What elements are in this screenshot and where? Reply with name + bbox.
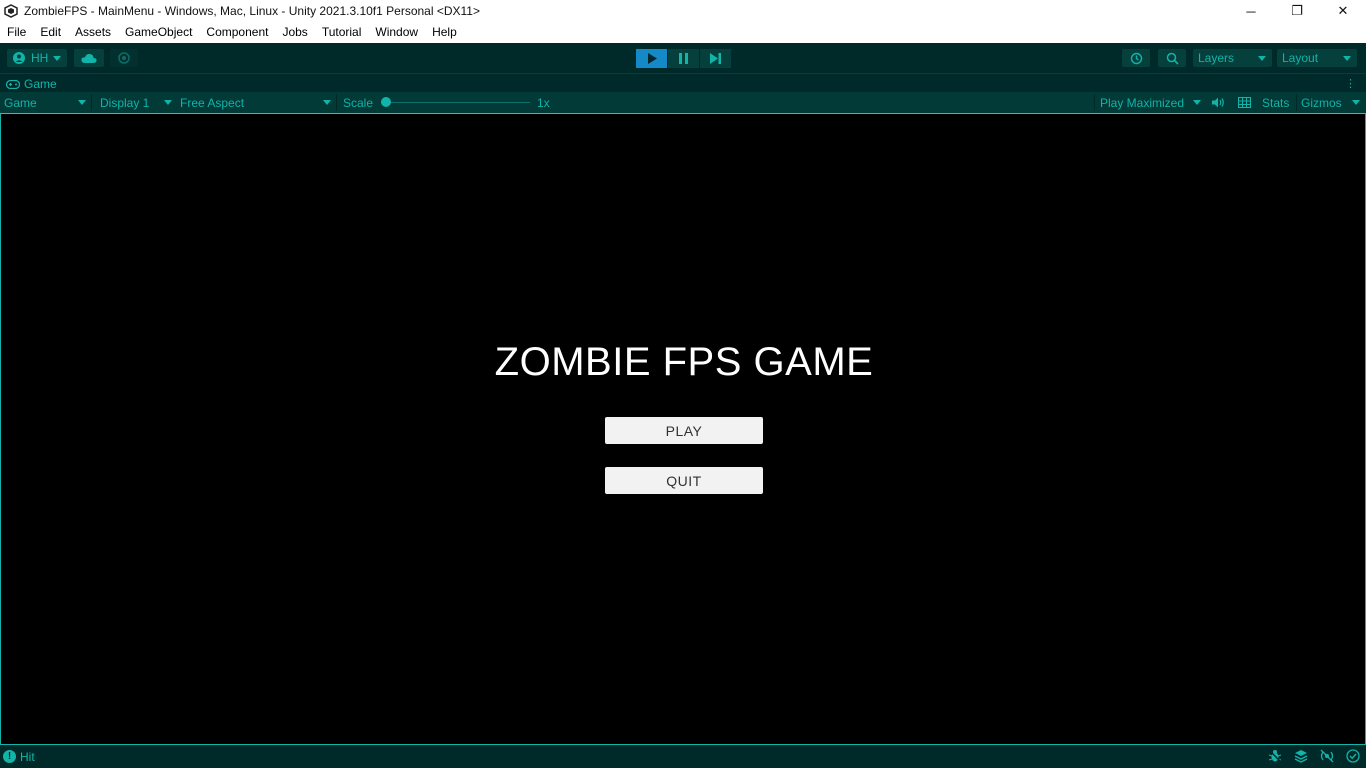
cloud-button[interactable] <box>74 49 104 67</box>
window-title-bar: ZombieFPS - MainMenu - Windows, Mac, Lin… <box>0 0 1366 22</box>
chevron-down-icon <box>1258 56 1266 61</box>
game-title: ZOMBIE FPS GAME <box>494 340 874 384</box>
restore-button[interactable]: ❐ <box>1274 0 1320 22</box>
divider <box>336 94 337 111</box>
status-message[interactable]: Hit <box>20 750 35 764</box>
play-mode-label: Play Maximized <box>1100 95 1185 110</box>
divider <box>91 94 92 111</box>
game-viewport[interactable]: ZOMBIE FPS GAME PLAY QUIT <box>0 113 1366 745</box>
tab-game-label: Game <box>24 77 57 91</box>
playback-controls <box>636 49 731 68</box>
menu-window[interactable]: Window <box>368 22 425 43</box>
menu-help[interactable]: Help <box>425 22 464 43</box>
kebab-menu-icon[interactable]: ⋮ <box>1345 77 1356 90</box>
cloud-icon <box>81 53 97 63</box>
gizmos-label: Gizmos <box>1301 95 1342 110</box>
quit-game-button[interactable]: QUIT <box>605 467 763 494</box>
aspect-dropdown[interactable]: Free Aspect <box>180 92 334 113</box>
layout-dropdown[interactable]: Layout <box>1277 49 1357 67</box>
chevron-down-icon <box>78 100 86 105</box>
status-bar: ! Hit <box>0 745 1366 768</box>
menu-assets[interactable]: Assets <box>68 22 118 43</box>
grid-icon <box>1238 97 1251 108</box>
scale-value: 1x <box>537 95 550 110</box>
account-label: HH <box>31 51 49 65</box>
play-icon <box>647 53 657 64</box>
account-icon <box>13 52 25 64</box>
editor-tab-bar: Game ⋮ <box>0 73 1366 92</box>
step-button[interactable] <box>700 49 731 68</box>
chevron-down-icon <box>1343 56 1351 61</box>
menu-gameobject[interactable]: GameObject <box>118 22 199 43</box>
layout-label: Layout <box>1282 51 1319 65</box>
bug-icon[interactable] <box>1268 749 1282 763</box>
main-toolbar: HH Layers Layout <box>0 43 1366 73</box>
scale-label: Scale <box>343 95 374 110</box>
gizmos-button[interactable]: Gizmos <box>1301 92 1363 113</box>
game-view-toolbar: Game Display 1 Free Aspect Scale 1x Play… <box>0 92 1366 113</box>
layers-icon[interactable] <box>1294 749 1308 763</box>
display-label: Display 1 <box>100 95 150 110</box>
info-icon[interactable]: ! <box>3 750 16 763</box>
close-button[interactable]: ✕ <box>1320 0 1366 22</box>
aspect-label: Free Aspect <box>180 95 245 110</box>
account-dropdown[interactable]: HH <box>7 49 67 67</box>
collab-icon <box>118 52 130 64</box>
stats-button[interactable]: Stats <box>1262 92 1289 113</box>
menu-component[interactable]: Component <box>199 22 275 43</box>
menu-file[interactable]: File <box>0 22 33 43</box>
step-icon <box>710 53 721 64</box>
view-type-dropdown[interactable]: Game <box>4 92 88 113</box>
minimize-button[interactable]: ─ <box>1228 0 1274 22</box>
tab-game[interactable]: Game <box>6 75 57 93</box>
play-button[interactable] <box>636 49 667 68</box>
audio-icon <box>1212 97 1225 108</box>
history-button[interactable] <box>1122 49 1150 67</box>
search-button[interactable] <box>1158 49 1186 67</box>
search-icon <box>1166 52 1179 65</box>
pause-icon <box>679 53 688 64</box>
divider <box>1296 94 1297 111</box>
gamepad-icon <box>6 79 20 89</box>
scale-slider-track[interactable] <box>386 102 530 103</box>
display-dropdown[interactable]: Display 1 <box>100 92 174 113</box>
chevron-down-icon <box>164 100 172 105</box>
chevron-down-icon <box>1193 100 1201 105</box>
grid-toggle[interactable] <box>1238 92 1251 113</box>
layers-dropdown[interactable]: Layers <box>1193 49 1272 67</box>
check-circle-icon[interactable] <box>1346 749 1360 763</box>
chevron-down-icon <box>53 56 61 61</box>
chevron-down-icon <box>323 100 331 105</box>
layers-label: Layers <box>1198 51 1235 65</box>
audio-toggle[interactable] <box>1212 92 1225 113</box>
play-game-button[interactable]: PLAY <box>605 417 763 444</box>
pause-button[interactable] <box>668 49 699 68</box>
menu-jobs[interactable]: Jobs <box>275 22 314 43</box>
menu-bar: File Edit Assets GameObject Component Jo… <box>0 22 1366 43</box>
scale-slider-handle[interactable] <box>381 97 391 107</box>
menu-edit[interactable]: Edit <box>33 22 68 43</box>
window-title: ZombieFPS - MainMenu - Windows, Mac, Lin… <box>24 4 480 18</box>
unity-logo-icon <box>4 4 18 18</box>
chevron-down-icon <box>1352 100 1360 105</box>
view-type-label: Game <box>4 95 37 110</box>
history-icon <box>1130 52 1143 65</box>
play-mode-dropdown[interactable]: Play Maximized <box>1100 92 1204 113</box>
divider <box>1094 94 1095 111</box>
collab-button[interactable] <box>110 49 138 67</box>
no-network-icon[interactable] <box>1320 749 1334 763</box>
menu-tutorial[interactable]: Tutorial <box>315 22 369 43</box>
